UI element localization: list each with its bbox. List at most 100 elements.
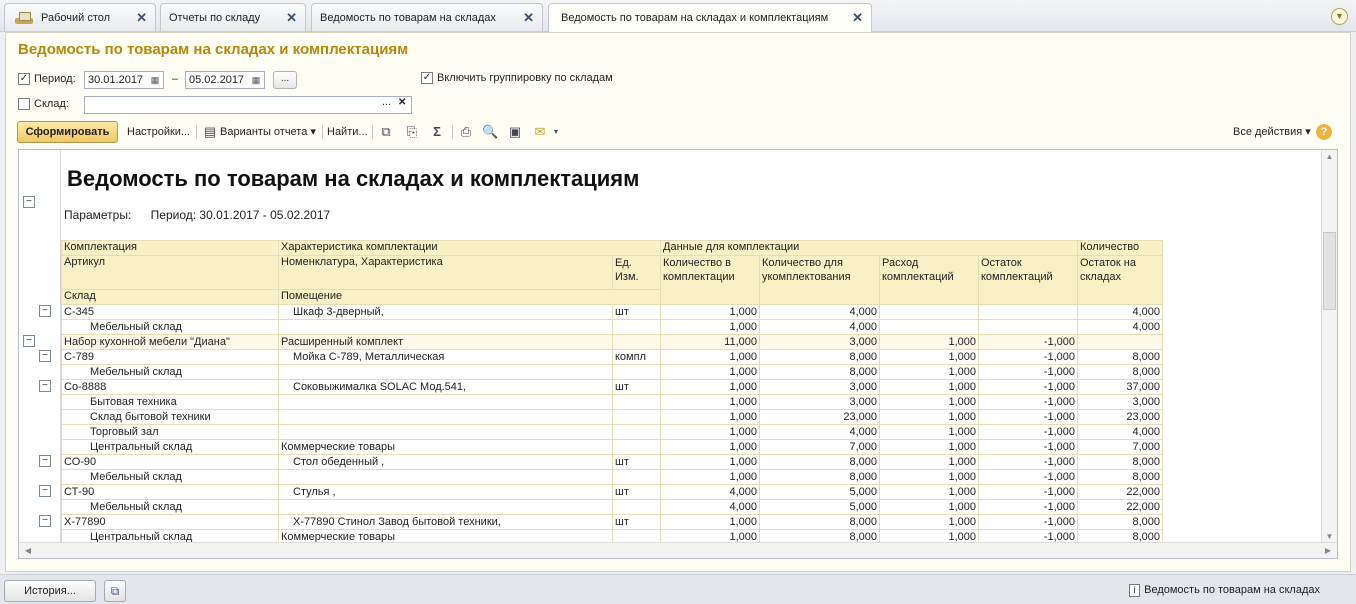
kit-balance-cell: -1,000 <box>978 334 1078 350</box>
info-icon: i <box>1129 584 1140 597</box>
kit-cell: Мебельный склад <box>61 319 279 335</box>
warehouse-label: Склад: <box>34 98 69 110</box>
qty-in-kit-cell: 4,000 <box>660 499 760 515</box>
collapse-icon[interactable]: − <box>39 380 51 392</box>
report-variants-button[interactable]: Варианты отчета ▾ <box>220 122 316 142</box>
characteristic-cell <box>278 424 613 440</box>
warehouse-field[interactable] <box>84 96 412 114</box>
characteristic-cell <box>278 364 613 380</box>
qty-to-assemble-cell: 5,000 <box>759 484 880 500</box>
help-icon[interactable]: ? <box>1316 124 1332 140</box>
close-icon[interactable]: ✕ <box>286 10 297 26</box>
table-row[interactable]: Х-77890 Х-77890 Стинол Завод бытовой техн… <box>61 514 1163 530</box>
period-to-value: 05.02.2017 <box>189 74 245 86</box>
qty-in-kit-cell: 1,000 <box>660 379 760 395</box>
tab-bar: Рабочий стол ✕ Отчеты по складу ✕ Ведомо… <box>0 0 1356 32</box>
table-row[interactable]: Центральный склад Коммерческие товары 1,00… <box>61 439 1163 455</box>
table-row[interactable]: СО-90 Стол обеденный , шт 1,000 8,000 1,000 -1… <box>61 454 1163 470</box>
collapse-icon[interactable]: − <box>23 335 35 347</box>
kit-cell: СО-90 <box>61 454 279 470</box>
windows-icon[interactable]: ⧉ <box>104 580 126 602</box>
unit-cell: шт <box>612 304 661 320</box>
scroll-thumb[interactable] <box>1323 232 1336 310</box>
chevron-down-icon[interactable]: ▾ <box>548 124 564 140</box>
history-button[interactable]: История... <box>4 580 96 602</box>
characteristic-cell: Х-77890 Стинол Завод бытовой техники, <box>278 514 613 530</box>
params-value: Период: 30.01.2017 - 05.02.2017 <box>150 208 331 222</box>
unit-cell: шт <box>612 514 661 530</box>
mail-icon[interactable]: ✉ <box>532 124 548 140</box>
copy-icon[interactable]: ⧉ <box>378 124 394 140</box>
table-row[interactable]: Торговый зал 1,000 4,000 1,000 -1,000 4,000 <box>61 424 1163 440</box>
stock-balance-cell: 4,000 <box>1077 304 1163 320</box>
period-checkbox[interactable]: ✓ <box>18 73 30 85</box>
qty-in-kit-cell: 1,000 <box>660 469 760 485</box>
kit-usage-cell: 1,000 <box>879 349 979 365</box>
table-row[interactable]: Бытовая техника 1,000 3,000 1,000 -1,000 3,00… <box>61 394 1163 410</box>
calendar-icon[interactable]: ▦ <box>249 73 263 87</box>
settings-button[interactable]: Настройки... <box>127 122 190 142</box>
tab-goods-statement[interactable]: Ведомость по товарам на складах ✕ <box>311 3 543 31</box>
characteristic-cell: Расширенный комплект <box>278 334 613 350</box>
paste-icon[interactable]: ⎘ <box>404 124 420 140</box>
desktop-icon <box>13 10 35 26</box>
characteristic-cell: Мойка С-789, Металлическая <box>278 349 613 365</box>
sum-icon[interactable]: Σ <box>429 124 445 140</box>
tab-goods-kits-statement[interactable]: Ведомость по товарам на складах и компле… <box>548 3 872 32</box>
vertical-scrollbar[interactable]: ▲ ▼ <box>1321 150 1337 544</box>
table-row[interactable]: Мебельный склад 1,000 8,000 1,000 -1,000 8,00… <box>61 469 1163 485</box>
print-preview-icon[interactable]: 🔍 <box>482 124 498 140</box>
table-row[interactable]: Набор кухонной мебели "Диана" Расширенный… <box>61 334 1163 350</box>
group-by-warehouse-checkbox[interactable]: ✓ <box>421 72 433 84</box>
header-cell: Количество в комплектации <box>660 255 760 305</box>
table-row[interactable]: С-789 Мойка С-789, Металлическая компл 1,00… <box>61 349 1163 365</box>
stock-balance-cell: 22,000 <box>1077 484 1163 500</box>
report-variants-icon: ▤ <box>203 124 217 139</box>
horizontal-scrollbar[interactable]: ◀ ▶ <box>19 542 1337 558</box>
collapse-icon[interactable]: − <box>39 485 51 497</box>
generate-button[interactable]: Сформировать <box>17 121 118 143</box>
close-icon[interactable]: ✕ <box>523 10 534 26</box>
qty-in-kit-cell: 1,000 <box>660 424 760 440</box>
page-title: Ведомость по товарам на складах и компле… <box>18 41 409 58</box>
table-row[interactable]: Мебельный склад 1,000 8,000 1,000 -1,000 8,00… <box>61 364 1163 380</box>
calendar-icon[interactable]: ▦ <box>148 73 162 87</box>
table-row[interactable]: Мебельный склад 1,000 4,000 4,000 <box>61 319 1163 335</box>
period-select-button[interactable]: ... <box>273 71 297 89</box>
table-row[interactable]: Мебельный склад 4,000 5,000 1,000 -1,000 22,0… <box>61 499 1163 515</box>
all-actions-button[interactable]: Все действия ▾ <box>1233 122 1311 142</box>
collapse-icon[interactable]: − <box>23 196 35 208</box>
collapse-icon[interactable]: − <box>39 305 51 317</box>
scroll-left-icon[interactable]: ◀ <box>21 544 35 557</box>
qty-in-kit-cell: 1,000 <box>660 304 760 320</box>
save-icon[interactable]: ▣ <box>507 124 523 140</box>
clear-icon[interactable]: ✕ <box>398 97 406 108</box>
tab-desktop[interactable]: Рабочий стол ✕ <box>4 3 156 31</box>
report-spreadsheet[interactable]: − − − − − − − − Ведомость по товарам на … <box>18 149 1338 559</box>
table-row[interactable]: Со-8888 Соковыжималка SOLAC Мод.541, шт 1,0… <box>61 379 1163 395</box>
kit-balance-cell: -1,000 <box>978 469 1078 485</box>
kit-balance-cell: -1,000 <box>978 409 1078 425</box>
report-table: Комплектация Характеристика комплектации… <box>61 240 1163 545</box>
close-icon[interactable]: ✕ <box>852 10 863 26</box>
stock-balance-cell: 8,000 <box>1077 514 1163 530</box>
table-row[interactable]: Склад бытовой техники 1,000 23,000 1,000 -1,… <box>61 409 1163 425</box>
table-row[interactable]: СТ-90 Стулья , шт 4,000 5,000 1,000 -1,000 22,0… <box>61 484 1163 500</box>
tab-warehouse-reports[interactable]: Отчеты по складу ✕ <box>160 3 306 31</box>
collapse-icon[interactable]: − <box>39 515 51 527</box>
chevron-down-icon[interactable]: ▼ <box>1331 8 1348 25</box>
close-icon[interactable]: ✕ <box>136 10 147 26</box>
collapse-icon[interactable]: − <box>39 455 51 467</box>
scroll-right-icon[interactable]: ▶ <box>1321 544 1335 557</box>
stock-balance-cell: 23,000 <box>1077 409 1163 425</box>
characteristic-cell <box>278 319 613 335</box>
kit-cell: С-789 <box>61 349 279 365</box>
print-icon[interactable]: ⎙ <box>458 124 474 140</box>
qty-in-kit-cell: 1,000 <box>660 319 760 335</box>
collapse-icon[interactable]: − <box>39 350 51 362</box>
warehouse-checkbox[interactable] <box>18 98 30 110</box>
table-row[interactable]: С-345 Шкаф 3-дверный, шт 1,000 4,000 4,000 <box>61 304 1163 320</box>
scroll-up-icon[interactable]: ▲ <box>1322 150 1337 164</box>
find-button[interactable]: Найти... <box>327 122 368 142</box>
warehouse-select-button[interactable]: ... <box>382 96 391 108</box>
